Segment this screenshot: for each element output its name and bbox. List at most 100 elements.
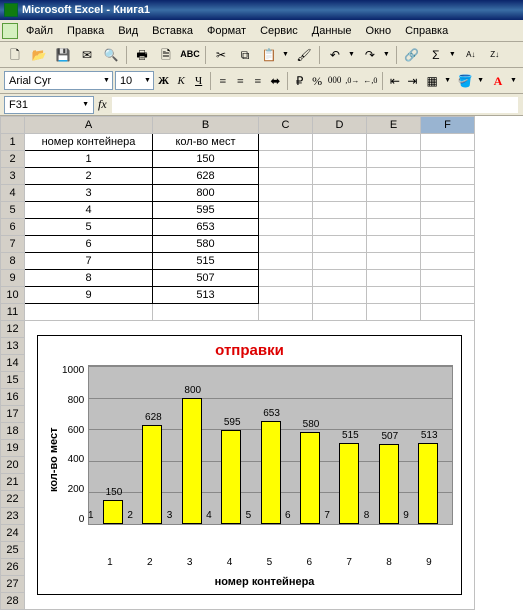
menu-view[interactable]: Вид	[112, 23, 144, 39]
row-header[interactable]: 28	[1, 593, 25, 610]
cell[interactable]: 628	[153, 168, 259, 185]
cell[interactable]	[259, 219, 313, 236]
cell[interactable]	[421, 236, 475, 253]
print-button[interactable]: 🖶	[131, 44, 153, 66]
row-header[interactable]: 26	[1, 559, 25, 576]
row-header[interactable]: 13	[1, 338, 25, 355]
open-button[interactable]: 📂	[28, 44, 50, 66]
row-header[interactable]: 6	[1, 219, 25, 236]
cell[interactable]	[25, 304, 153, 321]
cell[interactable]: кол-во мест	[153, 134, 259, 151]
cut-button[interactable]: ✂	[210, 44, 232, 66]
preview-button[interactable]: 🗎	[155, 44, 177, 66]
cell[interactable]	[421, 270, 475, 287]
hyperlink-button[interactable]: 🔗	[401, 44, 423, 66]
cell[interactable]	[421, 151, 475, 168]
name-box[interactable]: F31 ▼	[4, 96, 94, 114]
cell[interactable]: 150	[153, 151, 259, 168]
cell[interactable]	[259, 168, 313, 185]
sort-asc-button[interactable]: A↓	[460, 44, 482, 66]
cell[interactable]	[313, 236, 367, 253]
row-header[interactable]: 5	[1, 202, 25, 219]
row-header[interactable]: 9	[1, 270, 25, 287]
cell[interactable]: 6	[25, 236, 153, 253]
cell[interactable]	[367, 304, 421, 321]
menu-window[interactable]: Окно	[360, 23, 398, 39]
menu-tools[interactable]: Сервис	[254, 23, 304, 39]
align-right-button[interactable]: ≡	[250, 71, 266, 91]
col-header[interactable]: A	[25, 117, 153, 134]
cell[interactable]	[259, 253, 313, 270]
cell[interactable]: 7	[25, 253, 153, 270]
chart-container-cell[interactable]: отправкикол-во мест100080060040020001501…	[25, 321, 475, 610]
cell[interactable]: 515	[153, 253, 259, 270]
menu-file[interactable]: Файл	[20, 23, 59, 39]
fill-color-button[interactable]: 🪣▼	[455, 71, 486, 91]
select-all-corner[interactable]	[1, 117, 25, 134]
cell[interactable]	[367, 236, 421, 253]
row-header[interactable]: 18	[1, 423, 25, 440]
row-header[interactable]: 15	[1, 372, 25, 389]
cell[interactable]: 2	[25, 168, 153, 185]
search-button[interactable]: 🔍	[100, 44, 122, 66]
cell[interactable]	[421, 304, 475, 321]
inc-decimal-button[interactable]: ,0→	[344, 71, 360, 91]
cell[interactable]	[313, 253, 367, 270]
cell[interactable]: 9	[25, 287, 153, 304]
redo-button[interactable]: ↷▼	[359, 44, 392, 66]
merge-button[interactable]: ⬌	[268, 71, 284, 91]
row-header[interactable]: 17	[1, 406, 25, 423]
cell[interactable]	[259, 287, 313, 304]
cell[interactable]	[367, 202, 421, 219]
cell[interactable]: 4	[25, 202, 153, 219]
cell[interactable]	[259, 151, 313, 168]
col-header[interactable]: C	[259, 117, 313, 134]
col-header[interactable]: F	[421, 117, 475, 134]
cell[interactable]	[367, 287, 421, 304]
cell[interactable]	[313, 287, 367, 304]
format-painter-button[interactable]: 🖌	[293, 44, 315, 66]
cell[interactable]	[421, 202, 475, 219]
cell[interactable]	[259, 304, 313, 321]
cell[interactable]	[367, 270, 421, 287]
cell[interactable]: 1	[25, 151, 153, 168]
cell[interactable]: номер контейнера	[25, 134, 153, 151]
cell[interactable]	[421, 253, 475, 270]
cell[interactable]	[259, 236, 313, 253]
inc-indent-button[interactable]: ⇥	[405, 71, 421, 91]
col-header[interactable]: D	[313, 117, 367, 134]
cell[interactable]	[367, 151, 421, 168]
row-header[interactable]: 2	[1, 151, 25, 168]
row-header[interactable]: 11	[1, 304, 25, 321]
bold-button[interactable]: Ж	[156, 71, 172, 91]
cell[interactable]	[313, 185, 367, 202]
row-header[interactable]: 19	[1, 440, 25, 457]
formula-input[interactable]	[111, 96, 519, 114]
underline-button[interactable]: Ч	[191, 71, 207, 91]
col-header[interactable]: E	[367, 117, 421, 134]
cell[interactable]: 653	[153, 219, 259, 236]
row-header[interactable]: 4	[1, 185, 25, 202]
cell[interactable]	[313, 304, 367, 321]
cell[interactable]	[313, 168, 367, 185]
paste-button[interactable]: 📋▼	[258, 44, 291, 66]
copy-button[interactable]: ⧉	[234, 44, 256, 66]
menu-format[interactable]: Формат	[201, 23, 252, 39]
mail-button[interactable]: ✉	[76, 44, 98, 66]
cell[interactable]: 580	[153, 236, 259, 253]
cell[interactable]	[313, 134, 367, 151]
dec-decimal-button[interactable]: ←,0	[362, 71, 378, 91]
cell[interactable]	[259, 202, 313, 219]
row-header[interactable]: 25	[1, 542, 25, 559]
font-color-button[interactable]: A▼	[488, 71, 519, 91]
menu-insert[interactable]: Вставка	[146, 23, 199, 39]
cell[interactable]	[153, 304, 259, 321]
italic-button[interactable]: К	[173, 71, 189, 91]
cell[interactable]	[367, 185, 421, 202]
cell[interactable]: 507	[153, 270, 259, 287]
row-header[interactable]: 1	[1, 134, 25, 151]
cell[interactable]	[367, 168, 421, 185]
cell[interactable]: 595	[153, 202, 259, 219]
sort-desc-button[interactable]: Z↓	[484, 44, 506, 66]
cell[interactable]: 3	[25, 185, 153, 202]
